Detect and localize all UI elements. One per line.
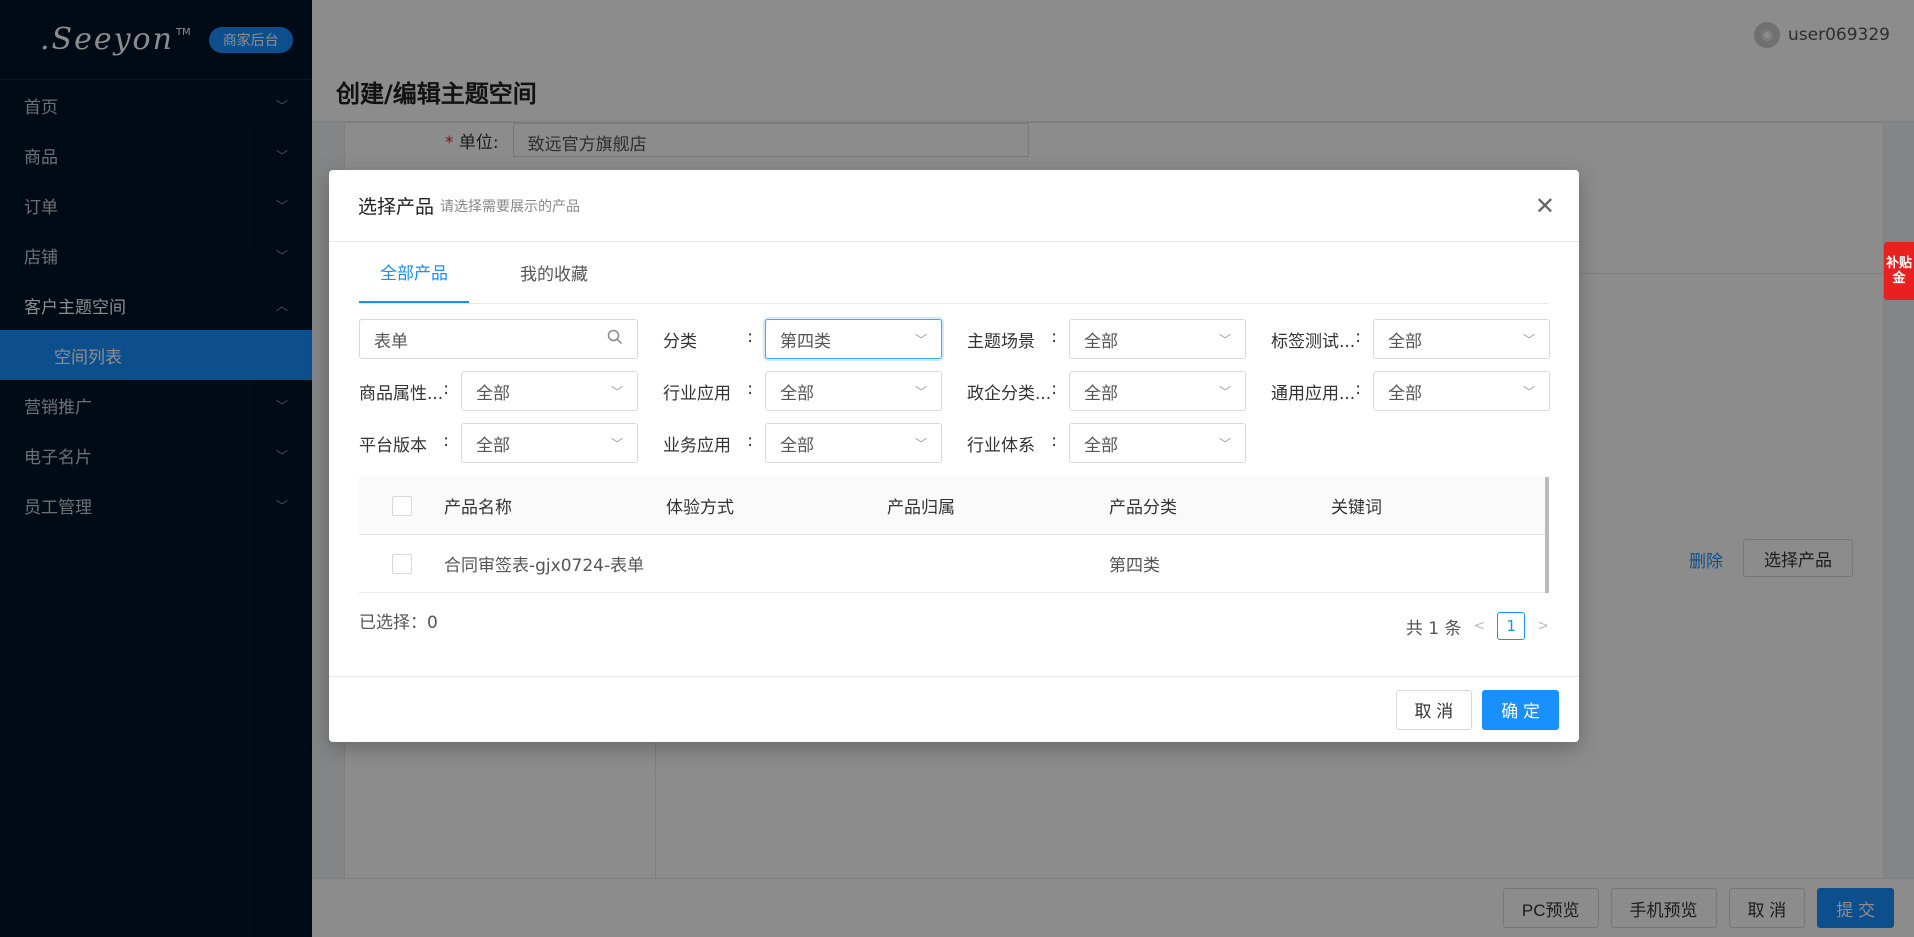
filter-industry-system: 行业体系: 全部 ﹀ (967, 423, 1271, 463)
filter-label: 分类: (663, 326, 753, 352)
row-select-cell (359, 553, 444, 574)
filter-label: 主题场景: (967, 326, 1057, 352)
table-row[interactable]: 合同审签表-gjx0724-表单 第四类 (359, 535, 1545, 593)
column-header: 关键词 (1331, 498, 1382, 518)
column-header: 产品归属 (887, 498, 955, 518)
close-icon[interactable]: ✕ (1535, 192, 1555, 220)
column-header: 产品分类 (1109, 498, 1177, 518)
chevron-right-icon[interactable]: > (1537, 618, 1549, 634)
chevron-down-icon: ﹀ (1522, 384, 1535, 399)
filter-theme-scene: 主题场景: 全部 ﹀ (967, 319, 1271, 359)
filter-row: 表单 分类: 第四类 ﹀ 主题场景: 全部 ﹀ 标签测试...: 全部 ﹀ (359, 319, 1575, 359)
tab-all-products[interactable]: 全部产品 (359, 242, 469, 303)
filter-business-app: 业务应用: 全部 ﹀ (663, 423, 967, 463)
filter-label: 标签测试...: (1271, 326, 1361, 352)
chevron-down-icon: ﹀ (1218, 436, 1231, 451)
total-count: 共 1 条 (1405, 618, 1462, 639)
filter-product-attr: 商品属性...: 全部 ﹀ (359, 371, 663, 411)
platform-version-select[interactable]: 全部 ﹀ (461, 423, 638, 463)
subsidy-side-tag[interactable]: 补贴金 (1884, 242, 1914, 300)
page-number[interactable]: 1 (1497, 612, 1526, 640)
filter-label: 商品属性...: (359, 378, 449, 404)
row-checkbox[interactable] (391, 553, 412, 574)
category-select[interactable]: 第四类 ﹀ (765, 319, 942, 359)
industry-app-select[interactable]: 全部 ﹀ (765, 371, 942, 411)
chevron-down-icon: ﹀ (914, 436, 927, 451)
modal-subtitle: 请选择需要展示的产品 (440, 198, 581, 215)
filter-label: 平台版本: (359, 430, 449, 456)
filter-label: 业务应用: (663, 430, 753, 456)
chevron-down-icon: ﹀ (1218, 332, 1231, 347)
filter-row: 平台版本: 全部 ﹀ 业务应用: 全部 ﹀ 行业体系: 全部 ﹀ (359, 423, 1271, 463)
selected-count: 已选择：0 (359, 613, 438, 633)
filter-label: 政企分类...: (967, 378, 1057, 404)
modal-confirm-button[interactable]: 确 定 (1482, 689, 1559, 730)
filter-gov-category: 政企分类...: 全部 ﹀ (967, 371, 1271, 411)
tab-my-favorites[interactable]: 我的收藏 (499, 242, 609, 303)
search-input[interactable]: 表单 (359, 319, 638, 359)
product-table: 产品名称 体验方式 产品归属 产品分类 关键词 合同审签表-gjx0724-表单… (359, 477, 1549, 593)
column-header: 产品名称 (444, 498, 512, 518)
gov-category-select[interactable]: 全部 ﹀ (1069, 371, 1246, 411)
filter-category: 分类: 第四类 ﹀ (663, 319, 967, 359)
modal-footer: 取 消 确 定 (329, 676, 1579, 742)
filter-row: 商品属性...: 全部 ﹀ 行业应用: 全部 ﹀ 政企分类...: 全部 ﹀ 通用应用… (359, 371, 1575, 411)
search-icon[interactable] (607, 329, 623, 350)
chevron-left-icon[interactable]: < (1474, 618, 1486, 634)
modal-tabs: 全部产品 我的收藏 (359, 242, 1549, 304)
select-all-cell (359, 495, 444, 516)
filter-label: 行业应用: (663, 378, 753, 404)
filter-label: 通用应用...: (1271, 378, 1361, 404)
chevron-down-icon: ﹀ (610, 436, 623, 451)
search-value: 表单 (374, 331, 408, 352)
tag-test-select[interactable]: 全部 ﹀ (1373, 319, 1550, 359)
table-header: 产品名称 体验方式 产品归属 产品分类 关键词 (359, 477, 1545, 535)
chevron-down-icon: ﹀ (914, 384, 927, 399)
theme-scene-select[interactable]: 全部 ﹀ (1069, 319, 1246, 359)
product-attr-select[interactable]: 全部 ﹀ (461, 371, 638, 411)
industry-system-select[interactable]: 全部 ﹀ (1069, 423, 1246, 463)
product-category-cell: 第四类 (1109, 556, 1160, 576)
product-name-cell: 合同审签表-gjx0724-表单 (444, 556, 645, 576)
filter-general-app: 通用应用...: 全部 ﹀ (1271, 371, 1575, 411)
modal-header: 选择产品 请选择需要展示的产品 (329, 170, 1579, 242)
chevron-down-icon: ﹀ (1522, 332, 1535, 347)
modal-title: 选择产品 (358, 196, 435, 218)
filter-tag-test: 标签测试...: 全部 ﹀ (1271, 319, 1575, 359)
select-product-modal: 选择产品 请选择需要展示的产品 ✕ 全部产品 我的收藏 表单 分类: 第四类 ﹀ … (329, 170, 1579, 742)
chevron-down-icon: ﹀ (610, 384, 623, 399)
column-header: 体验方式 (666, 498, 734, 518)
filter-industry-app: 行业应用: 全部 ﹀ (663, 371, 967, 411)
business-app-select[interactable]: 全部 ﹀ (765, 423, 942, 463)
select-all-checkbox[interactable] (391, 495, 412, 516)
filter-platform-version: 平台版本: 全部 ﹀ (359, 423, 663, 463)
chevron-down-icon: ﹀ (1218, 384, 1231, 399)
filter-label: 行业体系: (967, 430, 1057, 456)
modal-cancel-button[interactable]: 取 消 (1395, 689, 1473, 730)
general-app-select[interactable]: 全部 ﹀ (1373, 371, 1550, 411)
pagination: 共 1 条 < 1 > (1406, 612, 1549, 640)
chevron-down-icon: ﹀ (914, 332, 927, 347)
